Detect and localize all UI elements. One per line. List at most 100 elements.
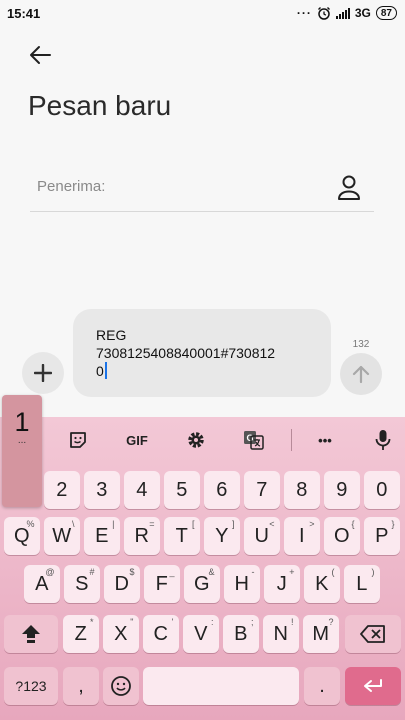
key-k[interactable]: K( — [304, 565, 340, 603]
key-c-label: C — [153, 622, 168, 645]
enter-key[interactable] — [345, 667, 401, 705]
key-e-hint: | — [112, 519, 115, 529]
key-r-label: R — [134, 524, 149, 547]
key-b[interactable]: B; — [223, 615, 259, 653]
key-c[interactable]: C ' — [143, 615, 179, 653]
key-d[interactable]: D $ — [104, 565, 140, 603]
microphone-icon[interactable] — [370, 427, 396, 453]
key-t-hint: [ — [191, 519, 195, 529]
message-line-3: 0 — [96, 362, 313, 380]
key-a[interactable]: A @ — [24, 565, 60, 603]
sticker-icon[interactable] — [65, 427, 91, 453]
key-i-hint: > — [309, 519, 315, 529]
key-9[interactable]: 9 — [324, 471, 360, 509]
key-h[interactable]: H- — [224, 565, 260, 603]
alarm-icon — [317, 7, 330, 20]
key-m-hint: ? — [328, 617, 334, 627]
key-v[interactable]: V: — [183, 615, 219, 653]
key-i-label: I — [298, 524, 305, 547]
key-z[interactable]: Z * — [63, 615, 99, 653]
period-key[interactable]: . — [304, 667, 340, 705]
key-7-label: 7 — [256, 478, 268, 501]
key-q[interactable]: Q% — [4, 517, 40, 555]
key-o-hint: { — [351, 519, 355, 529]
shift-key[interactable] — [4, 615, 58, 653]
status-time: 15:41 — [7, 5, 41, 21]
key-j[interactable]: J + — [264, 565, 300, 603]
settings-gear-icon[interactable] — [183, 427, 209, 453]
key-q-hint: % — [26, 519, 35, 529]
key-0[interactable]: 0 — [364, 471, 400, 509]
key-h-label: H — [234, 572, 249, 595]
key-u[interactable]: U < — [244, 517, 280, 555]
key-l[interactable]: L) — [344, 565, 380, 603]
key-o-label: O — [333, 524, 350, 547]
comma-key[interactable]: , — [63, 667, 99, 705]
space-bar[interactable] — [143, 667, 299, 705]
key-g[interactable]: G & — [184, 565, 220, 603]
translate-icon[interactable]: G — [241, 427, 267, 453]
char-counter: 132 — [352, 339, 370, 350]
key-n[interactable]: N! — [263, 615, 299, 653]
key-f[interactable]: F _ — [144, 565, 180, 603]
message-line-1: REG — [96, 327, 127, 343]
recipient-field[interactable] — [30, 168, 374, 212]
key-7[interactable]: 7 — [244, 471, 280, 509]
key-s[interactable]: S # — [64, 565, 100, 603]
recipient-input[interactable] — [37, 178, 327, 195]
key-t[interactable]: T[ — [164, 517, 200, 555]
key-m[interactable]: M? — [303, 615, 339, 653]
key-r[interactable]: R = — [124, 517, 160, 555]
key-n-label: N — [273, 622, 288, 645]
back-arrow-icon[interactable] — [26, 40, 56, 70]
send-button[interactable] — [340, 353, 382, 395]
key-w[interactable]: W \ — [44, 517, 80, 555]
key-j-hint: + — [289, 567, 295, 577]
backspace-key[interactable] — [345, 615, 401, 653]
symbols-key[interactable]: ?123 — [4, 667, 58, 705]
key-u-hint: < — [269, 519, 275, 529]
notification-dots: ··· — [296, 6, 312, 20]
key-j-label: J — [276, 572, 287, 595]
shift-arrow-icon — [22, 625, 40, 643]
key-6[interactable]: 6 — [204, 471, 240, 509]
key-4[interactable]: 4 — [124, 471, 160, 509]
key-y[interactable]: Y] — [204, 517, 240, 555]
page-title: Pesan baru — [28, 90, 172, 121]
key-x-label: X — [114, 622, 128, 645]
key-9-label: 9 — [336, 478, 348, 501]
emoji-key[interactable] — [103, 667, 139, 705]
key-l-label: L — [356, 572, 368, 595]
key-p[interactable]: P} — [364, 517, 400, 555]
message-input[interactable]: REG 7308125408840001#730812 0 — [73, 309, 331, 397]
key-u-label: U — [254, 524, 269, 547]
key-b-hint: ; — [250, 617, 254, 627]
key-z-label: Z — [74, 622, 87, 645]
key-h-hint: - — [251, 567, 255, 577]
contact-person-icon[interactable] — [336, 174, 362, 202]
attach-plus-button[interactable] — [22, 352, 64, 394]
status-icons: ··· 3G 87 — [297, 6, 397, 20]
key-s-hint: # — [89, 567, 95, 577]
key-popup-more: ... — [17, 435, 27, 446]
key-8[interactable]: 8 — [284, 471, 320, 509]
key-3-label: 3 — [96, 478, 108, 501]
gif-button[interactable]: GIF — [120, 427, 154, 453]
key-x[interactable]: X " — [103, 615, 139, 653]
key-c-hint: ' — [171, 617, 174, 627]
key-2[interactable]: 2 — [44, 471, 80, 509]
key-i[interactable]: I > — [284, 517, 320, 555]
period-key-label: . — [319, 674, 325, 697]
key-g-hint: & — [208, 567, 215, 577]
key-m-label: M — [312, 622, 330, 645]
more-options-icon[interactable]: ••• — [312, 427, 338, 453]
key-5[interactable]: 5 — [164, 471, 200, 509]
key-o[interactable]: O{ — [324, 517, 360, 555]
keyboard-toolbar: GIF G ••• — [0, 417, 405, 463]
key-p-label: P — [375, 524, 389, 547]
comma-key-label: , — [78, 674, 84, 697]
key-5-label: 5 — [176, 478, 188, 501]
key-2-label: 2 — [56, 478, 68, 501]
key-e[interactable]: E | — [84, 517, 120, 555]
key-3[interactable]: 3 — [84, 471, 120, 509]
